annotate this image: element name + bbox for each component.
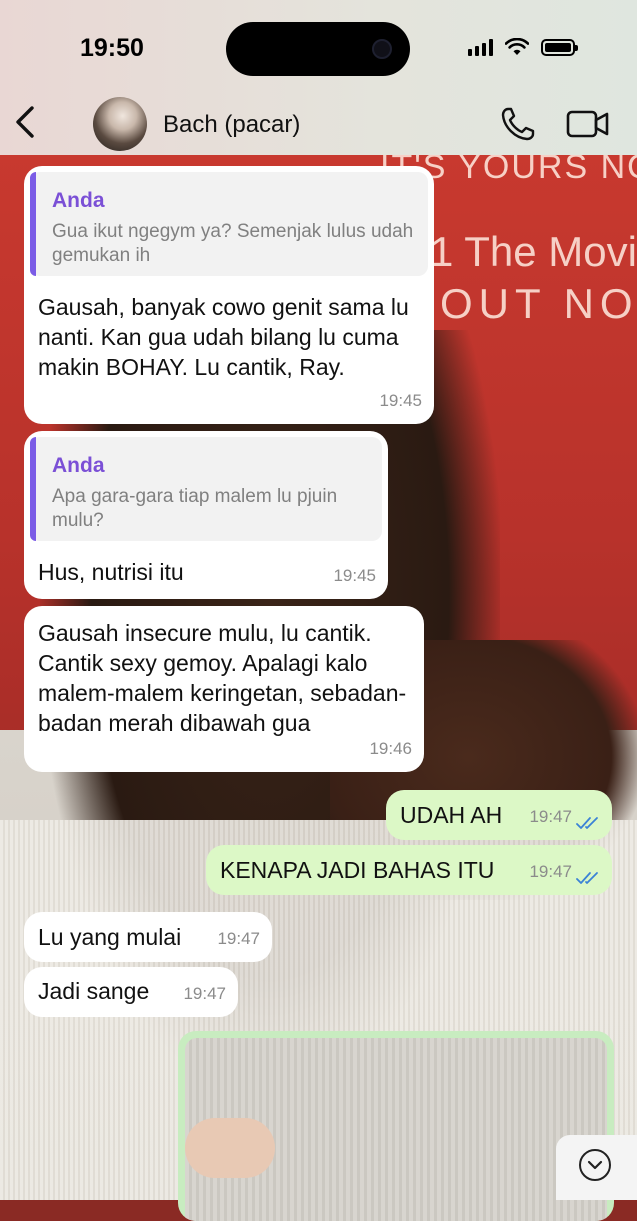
phone-icon[interactable] — [500, 106, 536, 142]
quote-author: Anda — [52, 454, 105, 477]
chevron-down-icon — [579, 1149, 611, 1181]
message-bubble-incoming[interactable]: Lu yang mulai 19:47 — [24, 912, 272, 962]
quote-text: Gua ikut ngegym ya? Semenjak lulus udah … — [52, 221, 414, 266]
video-camera-icon[interactable] — [566, 108, 610, 140]
front-camera-icon — [372, 39, 392, 59]
image-message-outgoing[interactable] — [178, 1031, 614, 1221]
wallpaper-poster-text: OUT NOW — [440, 280, 637, 327]
quoted-reply[interactable]: Anda Gua ikut ngegym ya? Semenjak lulus … — [30, 172, 428, 276]
quote-author: Anda — [52, 189, 105, 212]
message-text: Gausah, banyak cowo genit sama lu nanti.… — [38, 294, 409, 380]
message-time: 19:47 — [217, 929, 260, 948]
chevron-left-icon[interactable] — [12, 104, 42, 140]
message-text: Gausah insecure mulu, lu cantik. Cantik … — [38, 620, 407, 736]
photo-hand — [185, 1118, 275, 1178]
message-bubble-incoming[interactable]: Jadi sange 19:47 — [24, 967, 238, 1017]
contact-avatar[interactable] — [93, 97, 147, 151]
message-text: Hus, nutrisi itu — [38, 559, 184, 585]
message-time: 19:45 — [333, 566, 376, 585]
quote-text: Apa gara-gara tiap malem lu pjuin mulu? — [52, 486, 338, 531]
message-bubble-outgoing[interactable]: UDAH AH 19:47 — [386, 790, 612, 840]
message-bubble-incoming[interactable]: Anda Gua ikut ngegym ya? Semenjak lulus … — [24, 166, 434, 424]
message-time: 19:47 — [529, 862, 572, 881]
message-time: 19:47 — [183, 984, 226, 1003]
double-check-icon — [576, 817, 598, 829]
message-time: 19:46 — [369, 739, 412, 758]
status-icons — [468, 38, 578, 56]
contact-name[interactable]: Bach (pacar) — [163, 111, 300, 139]
message-time: 19:47 — [529, 807, 572, 826]
message-bubble-incoming[interactable]: Gausah insecure mulu, lu cantik. Cantik … — [24, 606, 424, 772]
dynamic-island — [226, 22, 410, 76]
double-check-icon — [576, 872, 598, 884]
message-time: 19:45 — [379, 391, 422, 410]
chat-header: 19:50 Bach (pacar) — [0, 0, 637, 155]
battery-icon — [541, 38, 578, 56]
photo-thumbnail[interactable] — [185, 1038, 607, 1221]
status-time: 19:50 — [80, 34, 144, 62]
quoted-reply[interactable]: Anda Apa gara-gara tiap malem lu pjuin m… — [30, 437, 382, 541]
message-bubble-outgoing[interactable]: KENAPA JADI BAHAS ITU 19:47 — [206, 845, 612, 895]
cellular-signal-icon — [468, 38, 493, 56]
wallpaper-poster-text: 1 The Movie — [430, 228, 637, 275]
message-bubble-incoming[interactable]: Anda Apa gara-gara tiap malem lu pjuin m… — [24, 431, 388, 599]
wifi-icon — [505, 38, 529, 55]
scroll-to-bottom-button[interactable] — [556, 1135, 637, 1200]
